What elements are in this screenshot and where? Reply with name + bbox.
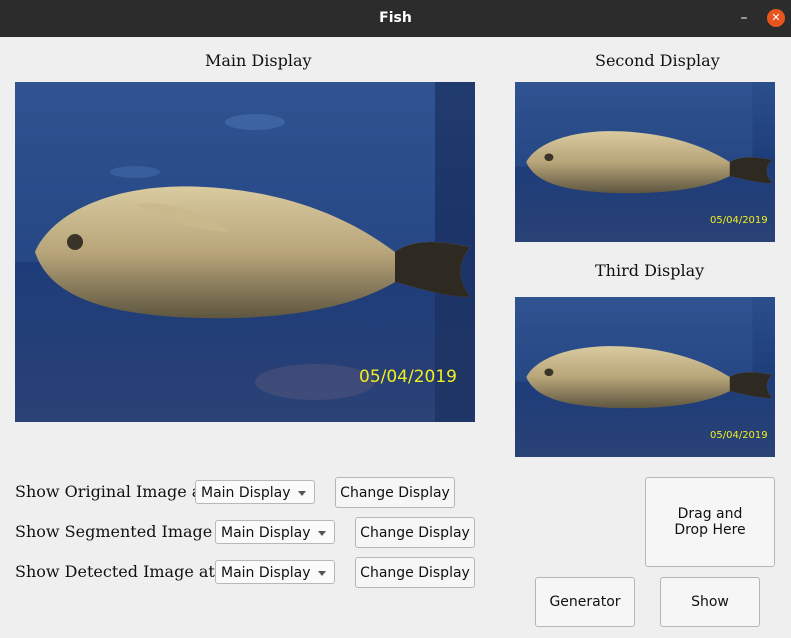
- original-display-selected: Main Display: [201, 485, 291, 501]
- original-display-select[interactable]: Main Display: [195, 480, 315, 504]
- detected-image-label: Show Detected Image at :: [15, 562, 226, 581]
- second-display-label: Second Display: [595, 51, 720, 70]
- segmented-change-display-button[interactable]: Change Display: [355, 517, 475, 548]
- second-display-date: 05/04/2019: [710, 215, 768, 226]
- second-display-image: 05/04/2019: [515, 82, 775, 242]
- segmented-display-select[interactable]: Main Display: [215, 520, 335, 544]
- detected-change-display-button[interactable]: Change Display: [355, 557, 475, 588]
- segmented-image-label: Show Segmented Image at :: [15, 522, 244, 541]
- third-display-image: 05/04/2019: [515, 297, 775, 457]
- chevron-down-icon: [298, 491, 306, 496]
- third-display-label: Third Display: [595, 261, 705, 280]
- title-bar: Fish – ✕: [0, 0, 791, 37]
- detected-display-select[interactable]: Main Display: [215, 560, 335, 584]
- show-button[interactable]: Show: [660, 577, 760, 627]
- window-title: Fish: [379, 10, 412, 26]
- minimize-icon[interactable]: –: [735, 9, 753, 27]
- segmented-display-selected: Main Display: [221, 525, 311, 541]
- third-display-date: 05/04/2019: [710, 430, 768, 441]
- close-icon[interactable]: ✕: [767, 9, 785, 27]
- generator-button[interactable]: Generator: [535, 577, 635, 627]
- main-display-image: 05/04/2019: [15, 82, 475, 422]
- original-change-display-button[interactable]: Change Display: [335, 477, 455, 508]
- main-display-label: Main Display: [205, 51, 312, 70]
- main-display-date: 05/04/2019: [359, 367, 457, 387]
- drag-and-drop-zone[interactable]: Drag and Drop Here: [645, 477, 775, 567]
- chevron-down-icon: [318, 531, 326, 536]
- chevron-down-icon: [318, 571, 326, 576]
- original-image-label: Show Original Image at :: [15, 482, 219, 501]
- detected-display-selected: Main Display: [221, 565, 311, 581]
